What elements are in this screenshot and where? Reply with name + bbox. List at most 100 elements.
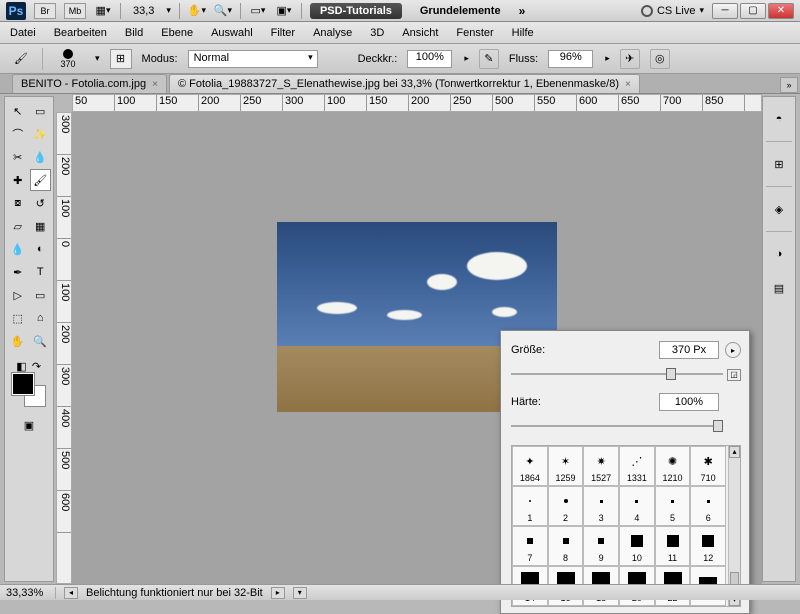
preset-scrollbar[interactable]: ▴ ▾ (728, 446, 740, 606)
workspace-active-button[interactable]: PSD-Tutorials (310, 3, 402, 19)
menu-datei[interactable]: Datei (10, 27, 36, 39)
menu-ansicht[interactable]: Ansicht (402, 27, 438, 39)
gradient-tool[interactable]: ▦ (30, 215, 52, 237)
layers-panel-icon[interactable]: ◈ (767, 197, 791, 221)
brush-size-input[interactable]: 370 Px (659, 341, 719, 359)
active-tool-icon[interactable]: 🖌 (10, 48, 32, 70)
type-tool[interactable]: T (30, 261, 52, 283)
menu-3d[interactable]: 3D (370, 27, 384, 39)
tablet-pressure-icon[interactable]: ◎ (650, 49, 670, 69)
blur-tool[interactable]: 💧 (7, 238, 29, 260)
tab-close-icon[interactable]: × (625, 79, 631, 90)
brush-popup-menu-icon[interactable]: ▸ (725, 342, 741, 358)
zoom-tool-icon[interactable]: 🔍▾ (214, 2, 232, 20)
scroll-up-icon[interactable]: ▴ (729, 446, 740, 458)
color-panel-icon[interactable]: ◓ (767, 107, 791, 131)
default-colors-icon[interactable]: ◧ (15, 359, 29, 373)
brush-preset[interactable]: 2 (548, 486, 584, 526)
status-zoom[interactable]: 33,33% (6, 587, 56, 599)
slider-thumb[interactable] (713, 420, 723, 432)
status-next-icon[interactable]: ▸ (271, 587, 285, 599)
quick-mask-icon[interactable]: ▣ (18, 414, 40, 436)
adjustments-panel-icon[interactable]: ◑ (767, 242, 791, 266)
zoom-chevron-icon[interactable]: ▾ (166, 5, 171, 16)
brush-preset[interactable]: 12 (690, 526, 726, 566)
mode-dropdown[interactable]: Normal (188, 50, 318, 68)
quick-select-tool[interactable]: ✨ (30, 123, 52, 145)
history-brush-tool[interactable]: ↺ (30, 192, 52, 214)
brush-preset[interactable]: ⋰1331 (619, 446, 655, 486)
masks-panel-icon[interactable]: ▤ (767, 276, 791, 300)
brush-preset[interactable]: 6 (690, 486, 726, 526)
brush-preset[interactable]: 7 (512, 526, 548, 566)
swatches-panel-icon[interactable]: ⊞ (767, 152, 791, 176)
minibridge-button[interactable]: Mb (64, 3, 86, 19)
swap-colors-icon[interactable]: ↷ (30, 359, 44, 373)
stamp-tool[interactable]: ⧇ (7, 192, 29, 214)
ruler-horizontal[interactable]: 5010015020025030010015020025050055060065… (72, 94, 762, 112)
brush-preset[interactable]: ✦1864 (512, 446, 548, 486)
opacity-input[interactable]: 100% (407, 50, 452, 68)
brush-preset[interactable]: ✷1527 (583, 446, 619, 486)
maximize-button[interactable]: ▢ (740, 3, 766, 19)
airbrush-icon[interactable]: ✈ (620, 49, 640, 69)
heal-tool[interactable]: ✚ (7, 169, 29, 191)
shape-tool[interactable]: ▭ (30, 284, 52, 306)
brush-hardness-input[interactable]: 100% (659, 393, 719, 411)
opacity-chevron-icon[interactable]: ▸ (464, 53, 469, 64)
slider-thumb[interactable] (666, 368, 676, 380)
brush-preset[interactable]: ✺1210 (655, 446, 691, 486)
brush-size-slider[interactable]: ◲ (511, 367, 741, 383)
minimize-button[interactable]: ─ (712, 3, 738, 19)
lasso-tool[interactable]: ⌒ (7, 123, 29, 145)
crop-tool[interactable]: ✂ (7, 146, 29, 168)
path-select-tool[interactable]: ▷ (7, 284, 29, 306)
menu-fenster[interactable]: Fenster (456, 27, 493, 39)
brush-tool[interactable]: 🖌 (30, 169, 52, 191)
brush-chevron-icon[interactable]: ▾ (95, 53, 100, 64)
cs-live-button[interactable]: CS Live▾ (641, 5, 704, 17)
tab-overflow-button[interactable]: » (780, 77, 798, 93)
menu-analyse[interactable]: Analyse (313, 27, 352, 39)
brush-preset[interactable]: 5 (655, 486, 691, 526)
brush-preset[interactable]: 4 (619, 486, 655, 526)
flow-input[interactable]: 96% (548, 50, 593, 68)
brush-preset[interactable]: 11 (655, 526, 691, 566)
status-prev-icon[interactable]: ◂ (64, 587, 78, 599)
arrange-docs-icon[interactable]: ▭▾ (249, 2, 267, 20)
dodge-tool[interactable]: ◐ (30, 238, 52, 260)
layout-grid-icon[interactable]: ▦▾ (94, 2, 112, 20)
menu-filter[interactable]: Filter (271, 27, 295, 39)
document-tab[interactable]: BENITO - Fotolia.com.jpg× (12, 74, 167, 93)
brush-preset[interactable]: 8 (548, 526, 584, 566)
marquee-tool[interactable]: ▭ (30, 100, 52, 122)
eyedropper-tool[interactable]: 💧 (30, 146, 52, 168)
menu-auswahl[interactable]: Auswahl (211, 27, 253, 39)
3d-tool[interactable]: ⬚ (7, 307, 29, 329)
bridge-button[interactable]: Br (34, 3, 56, 19)
menu-bearbeiten[interactable]: Bearbeiten (54, 27, 107, 39)
menu-bild[interactable]: Bild (125, 27, 143, 39)
brush-preset[interactable]: 10 (619, 526, 655, 566)
workspace-other-button[interactable]: Grundelemente (410, 3, 511, 19)
new-preset-icon[interactable]: ◲ (727, 369, 741, 381)
flow-chevron-icon[interactable]: ▸ (605, 53, 610, 64)
brush-preset[interactable]: ✱710 (690, 446, 726, 486)
foreground-color[interactable] (12, 373, 34, 395)
close-button[interactable]: ✕ (768, 3, 794, 19)
screen-mode-icon[interactable]: ▣▾ (275, 2, 293, 20)
tab-close-icon[interactable]: × (152, 79, 158, 90)
3d-camera-tool[interactable]: ⌂ (30, 307, 52, 329)
pen-tool[interactable]: ✒ (7, 261, 29, 283)
status-menu-icon[interactable]: ▾ (293, 587, 307, 599)
brush-panel-toggle[interactable]: ⊞ (110, 49, 132, 69)
move-tool[interactable]: ↖ (7, 100, 29, 122)
menu-hilfe[interactable]: Hilfe (512, 27, 534, 39)
brush-hardness-slider[interactable] (511, 419, 741, 435)
workspace-more-icon[interactable]: » (519, 4, 526, 18)
menu-ebene[interactable]: Ebene (161, 27, 193, 39)
brush-preview-button[interactable]: 370 (53, 49, 83, 69)
brush-preset[interactable]: 3 (583, 486, 619, 526)
zoom-tool[interactable]: 🔍 (30, 330, 52, 352)
ruler-vertical[interactable]: 3002001000100200300400500600 (56, 112, 72, 584)
